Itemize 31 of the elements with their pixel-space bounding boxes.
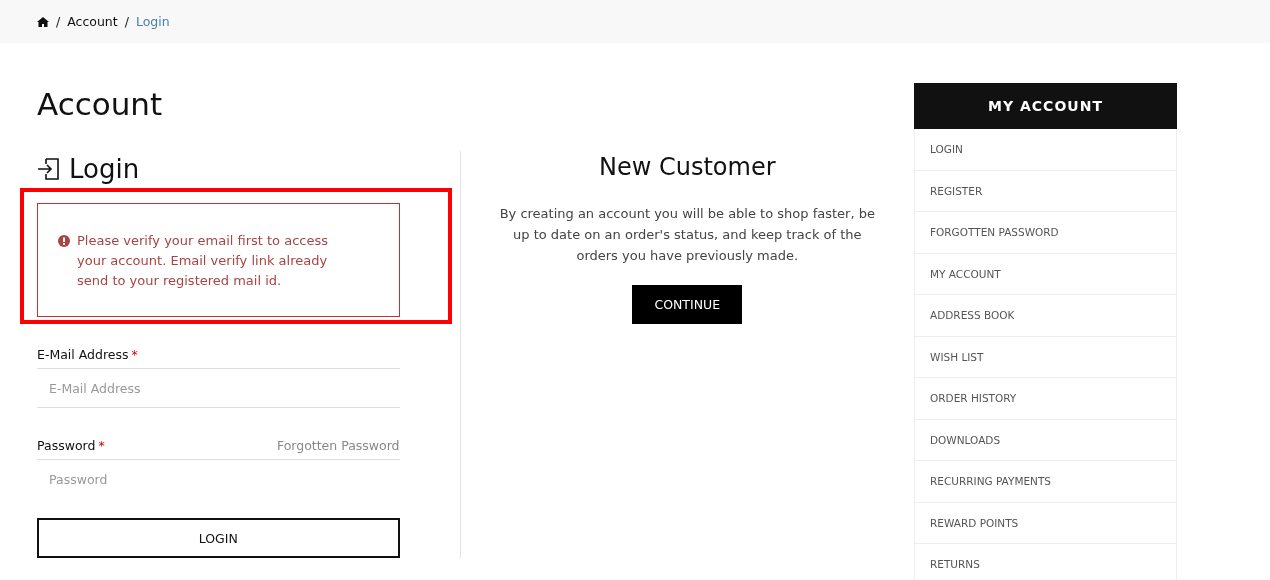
sidebar-item[interactable]: MY ACCOUNT — [914, 253, 1177, 295]
forgotten-password-link[interactable]: Forgotten Password — [276, 438, 400, 453]
section-title: New Customer — [599, 152, 776, 183]
required-mark: * — [98, 438, 105, 453]
sidebar-item[interactable]: LOGIN — [914, 129, 1177, 171]
breadcrumb-link[interactable]: Login — [135, 14, 170, 29]
field-label: Password — [37, 438, 96, 453]
breadcrumb-link[interactable]: Account — [67, 14, 118, 29]
description-text: By creating an account you will be able to shop faster, be up to date on an order's status, and keep track of the orders you have previously made. — [498, 205, 876, 265]
sidebar-item[interactable]: ADDRESS BOOK — [914, 295, 1177, 337]
continue-button[interactable]: CONTINUE — [632, 285, 743, 324]
breadcrumb-separator: / — [124, 14, 129, 29]
field-label: E-Mail Address — [37, 347, 129, 362]
sign-in-icon — [37, 157, 61, 181]
sidebar-item[interactable]: RETURNS — [914, 544, 1177, 580]
breadcrumb-separator: / — [56, 14, 61, 29]
sidebar-item[interactable]: REWARD POINTS — [914, 502, 1177, 544]
sidebar-item[interactable]: DOWNLOADS — [914, 419, 1177, 461]
sidebar-item[interactable]: RECURRING PAYMENTS — [914, 461, 1177, 503]
home-icon[interactable] — [37, 16, 49, 27]
sidebar-item[interactable]: ORDER HISTORY — [914, 378, 1177, 420]
sidebar-item[interactable]: FORGOTTEN PASSWORD — [914, 212, 1177, 254]
sidebar-header: MY ACCOUNT — [914, 83, 1177, 129]
section-title: Login — [69, 153, 140, 185]
error-message: Please verify your email first to access your account. Email verify link already send to your registered mail id. — [77, 232, 329, 290]
sidebar-item[interactable]: WISH LIST — [914, 336, 1177, 378]
sidebar-item[interactable]: REGISTER — [914, 170, 1177, 212]
exclamation-icon — [58, 235, 70, 247]
required-mark: * — [131, 347, 138, 362]
login-button[interactable]: LOGIN — [37, 518, 400, 558]
page-title: Account — [37, 85, 164, 123]
